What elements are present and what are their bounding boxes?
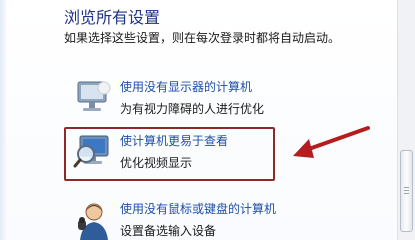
monitor-icon [77, 81, 111, 111]
option-link[interactable]: 使用没有显示器的计算机 [120, 78, 252, 95]
option-no-display[interactable]: 使用没有显示器的计算机 为有视力障碍的人进行优化 [72, 76, 322, 120]
option-subtitle: 为有视力障碍的人进行优化 [120, 102, 265, 116]
ease-of-access-panel: 浏览所有设置 如果选择这些设置，则在每次登录时都将自动启动。 使用没有显示器的计… [0, 0, 415, 240]
option-no-mouse-keyboard[interactable]: 使用没有鼠标或键盘的计算机 设置备选输入设备 [72, 198, 322, 240]
option-link[interactable]: 使用没有鼠标或键盘的计算机 [120, 200, 276, 217]
section-heading: 浏览所有设置 [64, 8, 161, 27]
vertical-scrollbar[interactable] [397, 0, 415, 240]
user-icon [78, 203, 108, 240]
highlight-box [64, 127, 275, 181]
section-description: 如果选择这些设置，则在每次登录时都将自动启动。 [64, 31, 341, 45]
option-subtitle: 设置备选输入设备 [120, 224, 217, 238]
panel-left-edge [0, 0, 6, 240]
scrollbar-thumb[interactable] [400, 150, 413, 232]
